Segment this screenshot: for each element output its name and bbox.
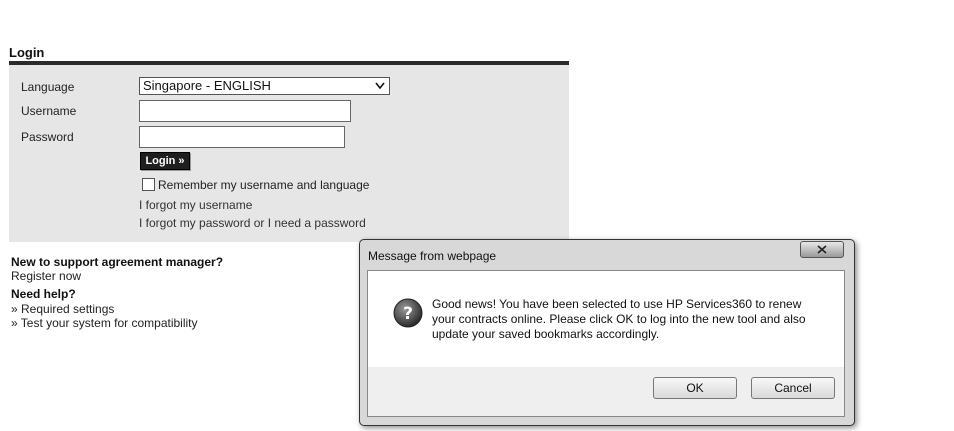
ok-button[interactable]: OK <box>653 377 737 399</box>
new-user-heading: New to support agreement manager? <box>11 255 224 269</box>
close-icon <box>817 245 827 254</box>
required-settings-link[interactable]: » Required settings <box>11 302 114 316</box>
dialog-message: Good news! You have been selected to use… <box>432 297 806 341</box>
password-label: Password <box>21 130 74 144</box>
forgot-password-link[interactable]: I forgot my password or I need a passwor… <box>139 216 366 230</box>
remember-checkbox[interactable] <box>142 178 155 191</box>
language-select-value: Singapore - ENGLISH <box>143 78 271 93</box>
chevron-down-icon <box>375 82 385 90</box>
question-icon: ? <box>393 298 423 328</box>
username-input[interactable] <box>139 100 351 122</box>
login-title: Login <box>9 45 45 60</box>
language-label: Language <box>21 80 75 94</box>
remember-row: Remember my username and language <box>142 178 369 192</box>
cancel-button[interactable]: Cancel <box>751 377 835 399</box>
remember-label: Remember my username and language <box>158 178 370 192</box>
dialog-button-bar: OK Cancel <box>368 367 844 416</box>
message-dialog: Message from webpage ? Good news! You ha… <box>359 239 855 426</box>
register-link[interactable]: Register now <box>11 269 81 283</box>
login-button[interactable]: Login » <box>140 152 190 170</box>
password-input[interactable] <box>139 126 345 148</box>
language-select[interactable]: Singapore - ENGLISH <box>139 77 390 95</box>
dialog-close-button[interactable] <box>800 241 844 258</box>
help-heading: Need help? <box>11 287 76 301</box>
svg-text:?: ? <box>403 304 413 324</box>
dialog-body: ? Good news! You have been selected to u… <box>367 270 845 417</box>
login-panel: Language Singapore - ENGLISH Username Pa… <box>9 65 569 242</box>
username-label: Username <box>21 104 77 118</box>
test-system-link[interactable]: » Test your system for compatibility <box>11 316 198 330</box>
forgot-username-link[interactable]: I forgot my username <box>139 198 252 212</box>
dialog-title: Message from webpage <box>368 249 497 263</box>
